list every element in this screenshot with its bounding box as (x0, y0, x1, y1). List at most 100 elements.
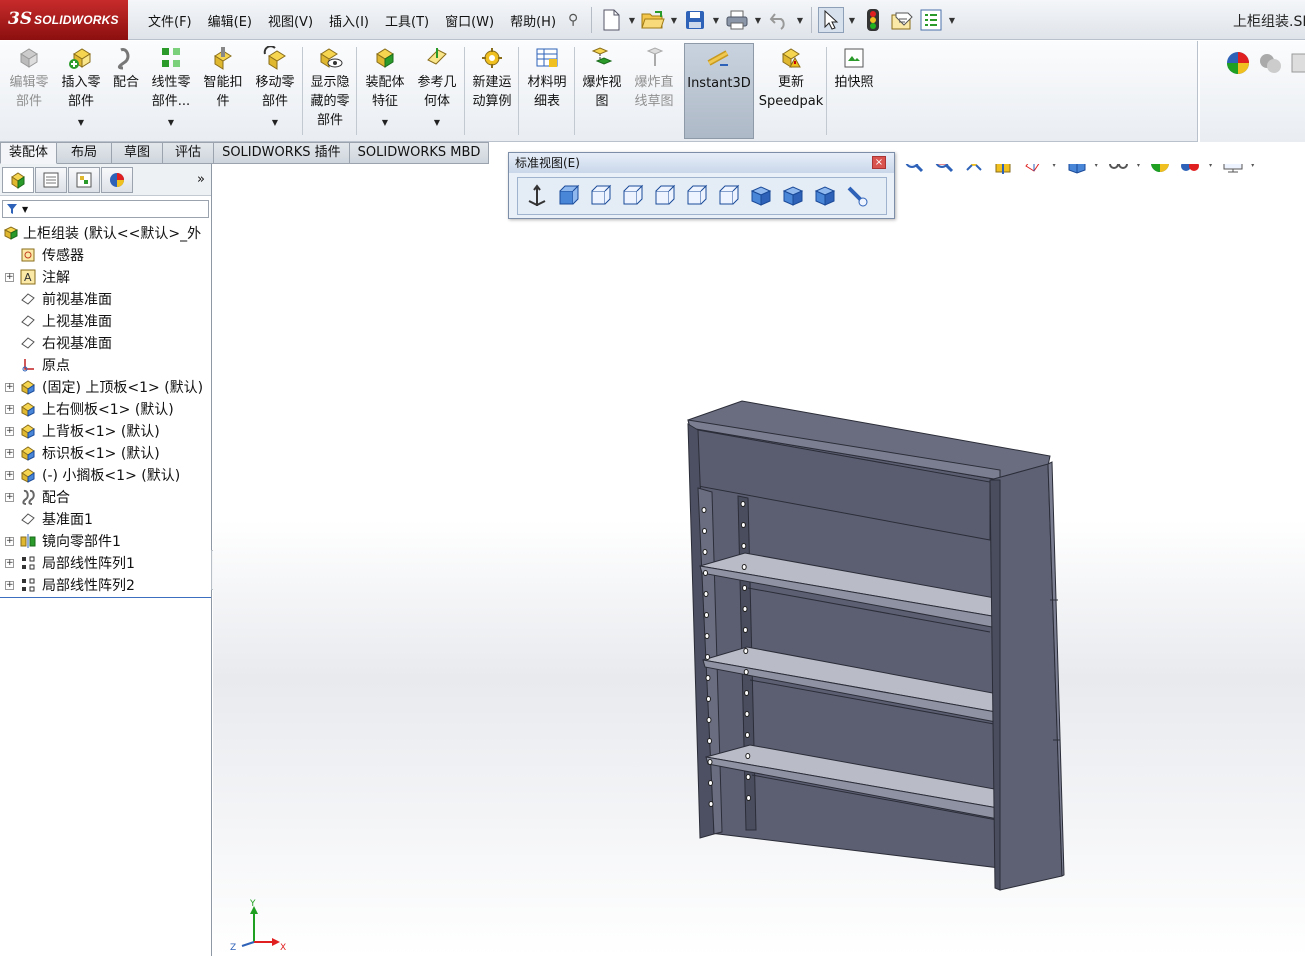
more-tabs-icon[interactable]: » (197, 172, 205, 187)
expand-icon[interactable]: + (5, 581, 14, 590)
edit-appearance-icon[interactable] (1147, 164, 1173, 176)
tab-assembly[interactable]: 装配体 (0, 142, 58, 164)
chevron-down-icon[interactable]: ▼ (1250, 164, 1256, 168)
graphics-area[interactable]: ▼ ▼ ▼ ▼ ▼ Y X Z (213, 164, 1305, 956)
menu-view[interactable]: 视图(V) (260, 11, 321, 30)
bom-button[interactable]: 材料明 细表 (522, 45, 572, 111)
tree-filter[interactable]: ▼ (2, 200, 209, 218)
view-settings-icon[interactable] (1220, 164, 1246, 176)
solidworks-logo[interactable]: 3S SOLIDWORKS (0, 0, 128, 40)
show-hidden-components-button[interactable]: 显示隐 藏的零 部件 (306, 45, 354, 130)
back-view-icon[interactable] (588, 183, 614, 209)
display-style-icon[interactable] (1063, 164, 1089, 176)
tree-item[interactable]: + 上右侧板<1> (默认) (0, 398, 211, 420)
chevron-down-icon[interactable]: ▼ (78, 113, 84, 132)
expand-icon[interactable]: + (5, 559, 14, 568)
expand-icon[interactable]: + (5, 273, 14, 282)
instant3d-button[interactable]: Instant3D (684, 43, 754, 139)
bottom-view-icon[interactable] (716, 183, 742, 209)
zoom-to-fit-icon[interactable] (901, 164, 927, 176)
expand-icon[interactable]: + (5, 449, 14, 458)
rebuild-icon[interactable] (860, 7, 886, 33)
tree-item[interactable]: 传感器 (0, 244, 211, 266)
tree-item[interactable]: 上视基准面 (0, 310, 211, 332)
propertymanager-icon[interactable] (35, 166, 67, 193)
expand-icon[interactable]: + (5, 493, 14, 502)
menu-tools[interactable]: 工具(T) (377, 11, 437, 30)
menu-help[interactable]: 帮助(H) (502, 11, 564, 30)
take-snapshot-button[interactable]: 拍快照 (830, 45, 878, 92)
cabinet-model[interactable] (213, 164, 1305, 956)
print-icon[interactable] (724, 7, 750, 33)
new-document-icon[interactable] (598, 7, 624, 33)
file-properties-icon[interactable] (889, 7, 915, 33)
file-explorer-icon[interactable] (1288, 49, 1305, 77)
chevron-down-icon[interactable]: ▼ (1093, 164, 1099, 168)
zoom-area-icon[interactable] (931, 164, 957, 176)
menu-window[interactable]: 窗口(W) (437, 11, 502, 30)
displaymanager-icon[interactable] (101, 166, 133, 193)
front-view-icon[interactable] (556, 183, 582, 209)
tree-item[interactable]: + 局部线性阵列1 (0, 552, 211, 574)
chevron-down-icon[interactable]: ▼ (627, 16, 637, 25)
view-orientation-icon[interactable] (1021, 164, 1047, 176)
chevron-down-icon[interactable]: ▼ (1135, 164, 1141, 168)
link-views-icon[interactable] (844, 183, 870, 209)
mate-button[interactable]: 配合 (108, 45, 144, 92)
trimetric-view-icon[interactable] (780, 183, 806, 209)
insert-component-button[interactable]: 插入零 部件 ▼ (56, 45, 106, 132)
tree-item[interactable]: 上柜组装 (默认<<默认>_外 (0, 222, 211, 244)
open-icon[interactable] (640, 7, 666, 33)
tree-item[interactable]: + (-) 小搁板<1> (默认) (0, 464, 211, 486)
right-view-icon[interactable] (652, 183, 678, 209)
chevron-down-icon[interactable]: ▼ (753, 16, 763, 25)
tree-item[interactable]: + (固定) 上顶板<1> (默认) (0, 376, 211, 398)
tree-item[interactable]: 前视基准面 (0, 288, 211, 310)
save-icon[interactable] (682, 7, 708, 33)
tab-mbd[interactable]: SOLIDWORKS MBD (349, 142, 490, 164)
reference-geometry-button[interactable]: 参考几 何体 ▼ (412, 45, 462, 132)
tree-item[interactable]: + 配合 (0, 486, 211, 508)
new-motion-study-button[interactable]: 新建运 动算例 (468, 45, 516, 111)
tree-item[interactable]: + 标识板<1> (默认) (0, 442, 211, 464)
expand-icon[interactable]: + (5, 405, 14, 414)
chevron-down-icon[interactable]: ▼ (1207, 164, 1213, 168)
chevron-down-icon[interactable]: ▼ (272, 113, 278, 132)
edit-component-button[interactable]: 编辑零 部件 (6, 45, 52, 111)
filter-icon[interactable] (6, 203, 20, 215)
explode-line-sketch-button[interactable]: 爆炸直 线草图 (628, 45, 680, 111)
normal-to-icon[interactable] (524, 183, 550, 209)
expand-icon[interactable]: + (5, 427, 14, 436)
chevron-down-icon[interactable]: ▼ (382, 113, 388, 132)
design-library-icon[interactable] (1256, 49, 1284, 77)
chevron-down-icon[interactable]: ▼ (1051, 164, 1057, 168)
top-view-icon[interactable] (684, 183, 710, 209)
menu-edit[interactable]: 编辑(E) (200, 11, 260, 30)
menu-file[interactable]: 文件(F) (140, 11, 200, 30)
left-view-icon[interactable] (620, 183, 646, 209)
tree-item[interactable]: + 局部线性阵列2 (0, 574, 211, 596)
apply-scene-icon[interactable] (1177, 164, 1203, 176)
assembly-features-button[interactable]: 装配体 特征 ▼ (360, 45, 410, 132)
chevron-down-icon[interactable]: ▼ (168, 113, 174, 132)
tree-item[interactable]: + 镜向零部件1 (0, 530, 211, 552)
expand-icon[interactable]: + (5, 471, 14, 480)
chevron-down-icon[interactable]: ▼ (847, 16, 857, 25)
standard-views-toolbar[interactable]: 标准视图(E) × (508, 152, 895, 219)
tab-layout[interactable]: 布局 (57, 142, 113, 164)
tree-item[interactable]: 原点 (0, 354, 211, 376)
exploded-view-button[interactable]: 爆炸视 图 (578, 45, 626, 111)
chevron-down-icon[interactable]: ▼ (795, 16, 805, 25)
standard-views-header[interactable]: 标准视图(E) × (509, 153, 894, 173)
undo-icon[interactable] (766, 7, 792, 33)
tab-evaluate[interactable]: 评估 (163, 142, 215, 164)
close-icon[interactable]: × (872, 156, 886, 169)
pin-menu-icon[interactable]: ⚲ (568, 12, 578, 28)
tab-addins[interactable]: SOLIDWORKS 插件 (214, 142, 350, 164)
move-component-button[interactable]: 移动零 部件 ▼ (250, 45, 300, 132)
tab-sketch[interactable]: 草图 (112, 142, 164, 164)
appearance-icon[interactable] (1224, 49, 1252, 77)
chevron-down-icon[interactable]: ▼ (947, 16, 957, 25)
isometric-view-icon[interactable] (748, 183, 774, 209)
tree-item[interactable]: 右视基准面 (0, 332, 211, 354)
